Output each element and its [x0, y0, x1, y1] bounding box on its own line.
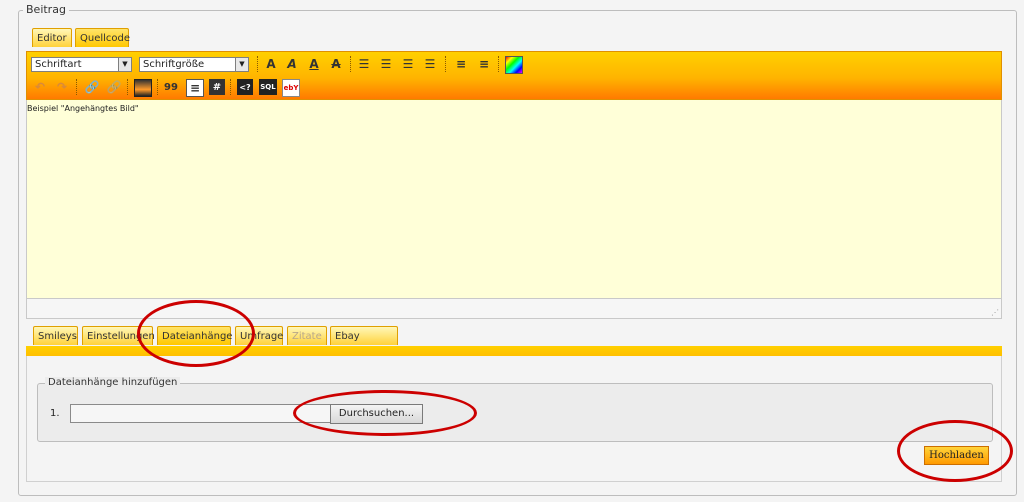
font-family-select[interactable]: Schriftart ▼: [31, 57, 132, 72]
attachment-row-number: 1.: [50, 408, 60, 419]
tab-umfrage[interactable]: Umfrage: [235, 326, 283, 345]
tab-panel-header: [26, 346, 1002, 356]
list-numbers-icon[interactable]: ≡: [476, 56, 492, 72]
font-size-select[interactable]: Schriftgröße ▼: [139, 57, 249, 72]
toolbar-separator: [350, 56, 352, 72]
toolbar-separator: [257, 56, 259, 72]
toolbar-separator: [127, 79, 129, 95]
spoiler-icon[interactable]: ≡: [186, 79, 204, 97]
hash-icon[interactable]: #: [209, 79, 225, 95]
php-code-icon[interactable]: <?: [237, 79, 253, 95]
toolbar-separator: [445, 56, 447, 72]
quote-icon[interactable]: 99: [163, 79, 179, 95]
resize-handle-icon[interactable]: ⋰: [991, 308, 999, 317]
underline-icon[interactable]: A: [306, 56, 322, 72]
font-size-select-value: Schriftgröße: [143, 59, 205, 70]
tab-ebay-bbcode[interactable]: Ebay BBCode: [330, 326, 398, 361]
chevron-down-icon: ▼: [118, 58, 131, 71]
upload-button[interactable]: Hochladen: [924, 446, 989, 465]
strikethrough-icon[interactable]: A: [328, 56, 344, 72]
tab-quellcode[interactable]: Quellcode: [75, 28, 130, 47]
tab-smileys[interactable]: Smileys: [33, 326, 78, 345]
image-icon[interactable]: [134, 79, 152, 97]
chevron-down-icon: ▼: [235, 58, 248, 71]
color-picker-icon[interactable]: [505, 56, 523, 74]
redo-icon[interactable]: ↷: [54, 79, 70, 95]
align-justify-icon[interactable]: ☰: [422, 56, 438, 72]
browse-button[interactable]: Durchsuchen...: [330, 404, 423, 424]
message-textarea[interactable]: Beispiel "Angehängtes Bild": [26, 100, 1002, 298]
file-path-input[interactable]: [70, 404, 331, 423]
beitrag-legend: Beitrag: [23, 3, 69, 16]
align-right-icon[interactable]: ☰: [400, 56, 416, 72]
unlink-icon[interactable]: 🔗: [106, 79, 122, 95]
toolbar-separator: [230, 79, 232, 95]
textarea-statusbar: ⋰: [26, 298, 1002, 319]
align-left-icon[interactable]: ☰: [356, 56, 372, 72]
list-bullets-icon[interactable]: ≡: [453, 56, 469, 72]
tab-editor[interactable]: Editor: [32, 28, 72, 47]
tab-zitate: Zitate: [287, 326, 327, 345]
toolbar-separator: [498, 56, 500, 72]
toolbar-separator: [76, 79, 78, 95]
sql-code-icon[interactable]: SQL: [259, 79, 277, 95]
undo-icon[interactable]: ↶: [32, 79, 48, 95]
tab-dateianhaenge[interactable]: Dateianhänge: [157, 326, 232, 345]
toolbar-separator: [157, 79, 159, 95]
font-outline-icon[interactable]: A: [284, 56, 300, 72]
align-center-icon[interactable]: ☰: [378, 56, 394, 72]
ebay-icon[interactable]: ebY: [282, 79, 300, 97]
font-family-select-value: Schriftart: [35, 59, 82, 70]
tab-einstellungen[interactable]: Einstellungen: [82, 326, 155, 345]
font-color-icon[interactable]: A: [263, 56, 279, 72]
attachments-legend: Dateianhänge hinzufügen: [45, 377, 181, 388]
link-icon[interactable]: 🔗: [84, 79, 100, 95]
